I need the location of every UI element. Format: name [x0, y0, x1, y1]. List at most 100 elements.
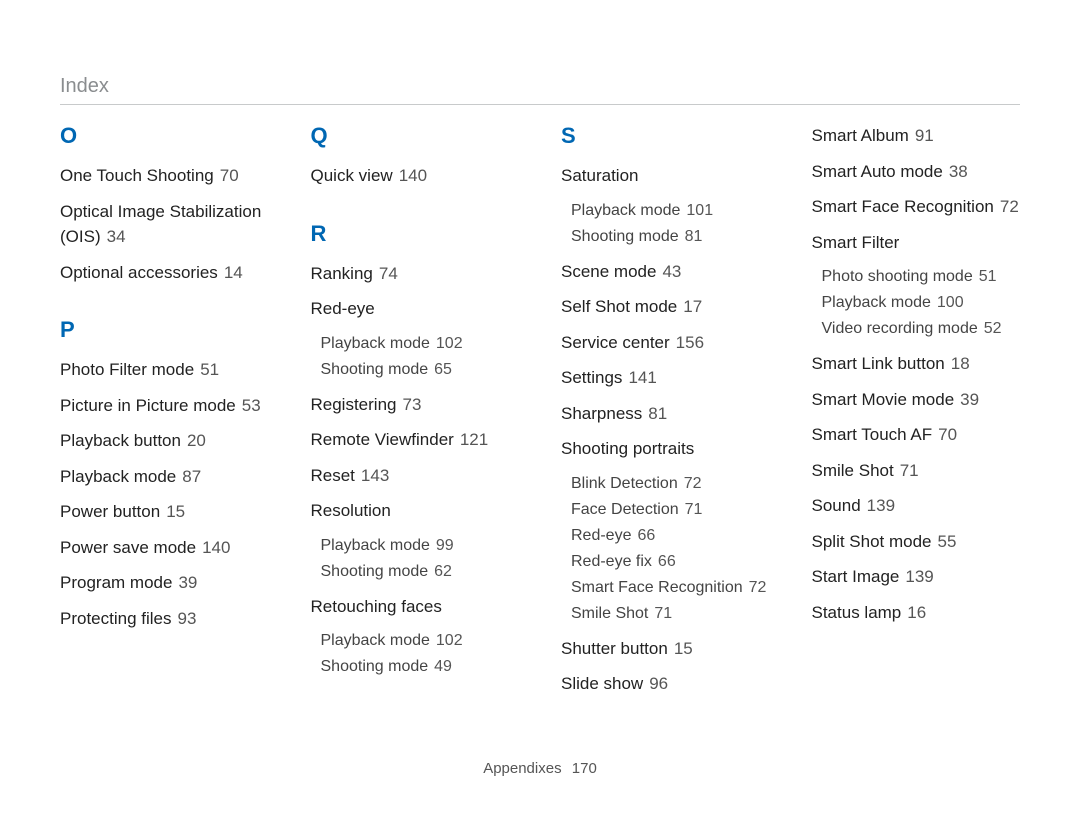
index-page-number: 100 — [937, 294, 964, 311]
index-page-number: 14 — [224, 263, 243, 282]
index-page-number: 39 — [960, 390, 979, 409]
index-term: Shutter button — [561, 639, 668, 658]
index-subentry: Red-eye 66 — [571, 524, 770, 548]
index-term: Smart Movie mode — [812, 390, 955, 409]
index-entry: Sound139 — [812, 493, 1021, 519]
index-entry: Resolution — [311, 498, 520, 524]
index-page-number: 70 — [938, 425, 957, 444]
index-term: Sharpness — [561, 404, 642, 423]
index-page-number: 62 — [434, 563, 452, 580]
index-page-number: 74 — [379, 264, 398, 283]
index-page-number: 141 — [628, 368, 656, 387]
index-column: OOne Touch Shooting70Optical Image Stabi… — [60, 123, 269, 707]
index-entry: Protecting files 93 — [60, 606, 269, 632]
index-entry: Ranking 74 — [311, 261, 520, 287]
index-subentry: Playback mode102 — [321, 332, 520, 356]
index-entry: Settings 141 — [561, 365, 770, 391]
index-term: Smile Shot — [812, 461, 894, 480]
index-subentry: Video recording mode 52 — [822, 317, 1021, 341]
index-term: Settings — [561, 368, 622, 387]
index-page-number: 72 — [749, 579, 767, 596]
index-term: Ranking — [311, 264, 373, 283]
index-term: Optical Image Stabilization (OIS) — [60, 202, 261, 247]
index-subgroup: Photo shooting mode51Playback mode100Vid… — [812, 265, 1021, 341]
index-entry: Smart Link button18 — [812, 351, 1021, 377]
index-page-number: 96 — [649, 674, 668, 693]
index-page-number: 49 — [434, 658, 452, 675]
index-subentry: Blink Detection72 — [571, 472, 770, 496]
index-subentry: Red-eye fix66 — [571, 550, 770, 574]
index-term: Program mode — [60, 573, 172, 592]
index-page-number: 101 — [686, 202, 713, 219]
index-entry: Scene mode43 — [561, 259, 770, 285]
index-subentry: Playback mode101 — [571, 199, 770, 223]
index-subterm: Smart Face Recognition — [571, 579, 743, 596]
index-subterm: Playback mode — [822, 294, 931, 311]
index-page-number: 51 — [979, 268, 997, 285]
index-page-number: 81 — [685, 228, 703, 245]
index-column: QQuick view140RRanking74Red-eyePlayback … — [311, 123, 520, 707]
index-subentry: Face Detection71 — [571, 498, 770, 522]
index-subterm: Red-eye — [571, 527, 631, 544]
index-column: SSaturationPlayback mode101Shooting mode… — [561, 123, 770, 707]
index-page-number: 140 — [202, 538, 230, 557]
index-page-number: 17 — [683, 297, 702, 316]
index-term: Reset — [311, 466, 355, 485]
index-term: Quick view — [311, 166, 393, 185]
index-page-number: 143 — [361, 466, 389, 485]
index-page-number: 66 — [637, 527, 655, 544]
index-subterm: Video recording mode — [822, 320, 978, 337]
index-entry: Remote Viewfinder121 — [311, 427, 520, 453]
index-entry: Service center156 — [561, 330, 770, 356]
index-page-number: 93 — [178, 609, 197, 628]
index-entry: Registering73 — [311, 392, 520, 418]
index-page-number: 20 — [187, 431, 206, 450]
index-term: Remote Viewfinder — [311, 430, 454, 449]
index-page-number: 70 — [220, 166, 239, 185]
index-term: Smart Auto mode — [812, 162, 943, 181]
index-page-number: 51 — [200, 360, 219, 379]
index-page-number: 38 — [949, 162, 968, 181]
index-entry: Smart Face Recognition72 — [812, 194, 1021, 220]
index-page-number: 15 — [674, 639, 693, 658]
index-term: One Touch Shooting — [60, 166, 214, 185]
page-title: Index — [60, 75, 1020, 98]
index-entry: Retouching faces — [311, 594, 520, 620]
index-term: Service center — [561, 333, 670, 352]
index-entry: Shooting portraits — [561, 436, 770, 462]
index-subentry: Shooting mode62 — [321, 560, 520, 584]
index-subentry: Playback mode 100 — [822, 291, 1021, 315]
index-page-number: 139 — [905, 567, 933, 586]
index-term: Slide show — [561, 674, 643, 693]
index-entry: Power button15 — [60, 499, 269, 525]
index-entry: One Touch Shooting 70 — [60, 163, 269, 189]
index-entry: Quick view 140 — [311, 163, 520, 189]
index-page-number: 140 — [399, 166, 427, 185]
index-entry: Slide show 96 — [561, 671, 770, 697]
index-term: Smart Filter — [812, 233, 900, 252]
index-subterm: Playback mode — [321, 537, 430, 554]
index-entry: Photo Filter mode 51 — [60, 357, 269, 383]
index-term: Power save mode — [60, 538, 196, 557]
index-subentry: Playback mode99 — [321, 534, 520, 558]
index-entry: Program mode39 — [60, 570, 269, 596]
index-entry: Self Shot mode17 — [561, 294, 770, 320]
index-page-number: 52 — [984, 320, 1002, 337]
index-term: Photo Filter mode — [60, 360, 194, 379]
index-page-number: 73 — [403, 395, 422, 414]
index-entry: Smart Filter — [812, 230, 1021, 256]
index-term: Sound — [812, 496, 861, 515]
index-subentry: Smart Face Recognition 72 — [571, 576, 770, 600]
index-subentry: Shooting mode65 — [321, 358, 520, 382]
index-term: Status lamp — [812, 603, 902, 622]
index-entry: Smart Touch AF 70 — [812, 422, 1021, 448]
index-term: Split Shot mode — [812, 532, 932, 551]
index-term: Smart Touch AF — [812, 425, 933, 444]
index-term: Protecting files — [60, 609, 172, 628]
index-subterm: Blink Detection — [571, 475, 678, 492]
index-entry: Split Shot mode55 — [812, 529, 1021, 555]
index-subentry: Smile Shot71 — [571, 602, 770, 626]
spacer — [60, 295, 269, 317]
index-page-number: 53 — [242, 396, 261, 415]
page: Index OOne Touch Shooting70Optical Image… — [0, 0, 1080, 815]
